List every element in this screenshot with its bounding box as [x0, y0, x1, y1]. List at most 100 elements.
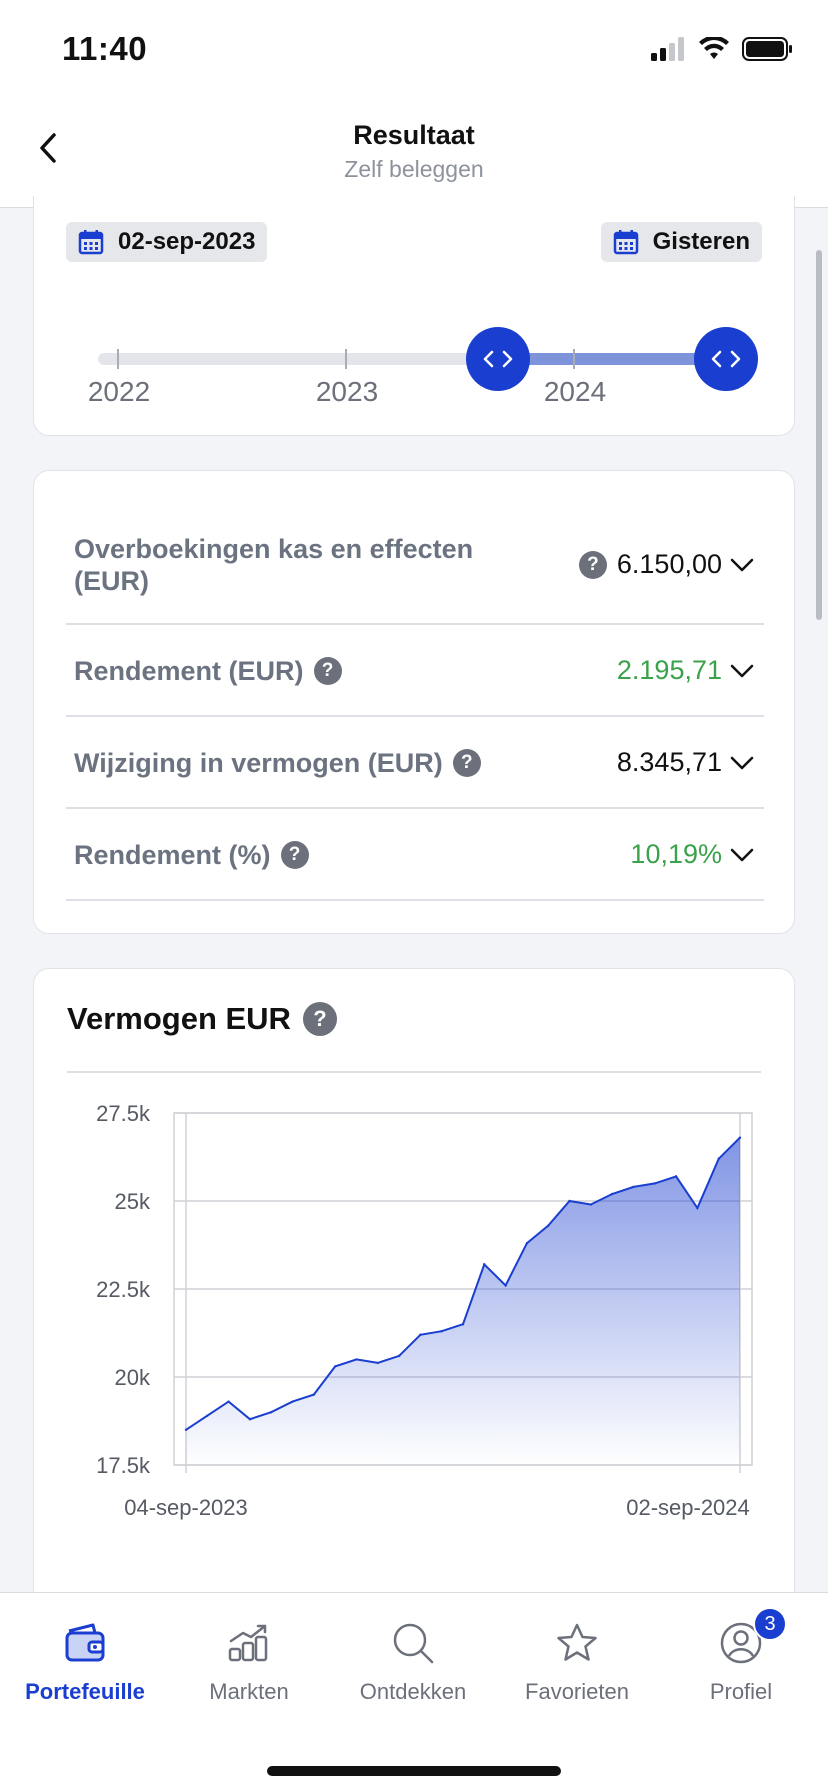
divider	[67, 1071, 761, 1073]
chart-title-text: Vermogen EUR	[67, 1001, 291, 1036]
nav-item-favorieten[interactable]: Favorieten	[497, 1615, 657, 1705]
nav-icon-wrap	[497, 1615, 657, 1671]
year-label: 2024	[543, 376, 607, 407]
calendar-icon	[78, 230, 104, 255]
nav-icon-wrap: 3	[661, 1607, 821, 1671]
slider-tick	[117, 349, 119, 369]
year-label: 2022	[87, 376, 151, 407]
slider-start-handle[interactable]	[466, 327, 530, 391]
wealth-chart[interactable]: 27.5k 25k 22.5k 20k 17.5k 04-sep-2023 02-sep-2…	[34, 1099, 794, 1539]
data-point	[589, 1203, 593, 1206]
stat-value: ? 6.150,00	[578, 549, 722, 580]
x-tick-label: 02-sep-2024	[626, 1495, 750, 1520]
y-tick-label: 27.5k	[96, 1101, 151, 1126]
data-point	[653, 1182, 656, 1185]
chevron-down-icon	[730, 558, 754, 572]
y-tick-label: 20k	[115, 1365, 151, 1390]
data-point	[312, 1393, 316, 1396]
nav-item-profiel[interactable]: 3 Profiel	[661, 1607, 821, 1705]
chart-title: Vermogen EUR ?	[67, 1001, 337, 1037]
data-point	[547, 1224, 550, 1227]
data-point	[738, 1136, 742, 1139]
stat-label: Rendement (EUR) ?	[74, 655, 342, 687]
nav-label: Ontdekken	[359, 1679, 467, 1704]
page-subtitle: Zelf beleggen	[344, 156, 484, 182]
stat-label: Rendement (%) ?	[74, 839, 309, 871]
data-point	[270, 1411, 273, 1414]
scrollbar[interactable]	[816, 250, 822, 620]
code-arrows-icon	[483, 350, 513, 368]
date-range-slider[interactable]	[98, 324, 758, 394]
nav-icon-wrap	[5, 1615, 165, 1671]
help-icon[interactable]: ?	[302, 1002, 337, 1036]
stat-value-text: 6.150,00	[616, 549, 722, 579]
stat-label: Overboekingen kas en effecten (EUR)	[74, 534, 474, 596]
stat-label: Wijziging in vermogen (EUR) ?	[74, 747, 481, 779]
data-point	[227, 1400, 230, 1403]
calendar-icon	[613, 230, 638, 255]
data-point	[355, 1358, 358, 1361]
stat-row-wealth-change[interactable]: Wijziging in vermogen (EUR) ? 8.345,71	[66, 717, 764, 809]
nav-icon-wrap	[169, 1615, 329, 1671]
help-icon[interactable]: ?	[280, 841, 309, 869]
x-tick-label: 04-sep-2023	[124, 1495, 248, 1520]
y-tick-label: 22.5k	[96, 1277, 151, 1302]
home-indicator	[267, 1766, 561, 1776]
series-area	[186, 1137, 740, 1465]
y-tick-label: 17.5k	[96, 1453, 151, 1478]
star-icon	[557, 1623, 597, 1661]
nav-icon-wrap	[333, 1615, 493, 1671]
year-label: 2023	[315, 376, 379, 407]
data-point	[483, 1263, 486, 1266]
data-point	[419, 1333, 422, 1336]
data-point	[696, 1206, 699, 1210]
wallet-icon	[65, 1623, 105, 1662]
data-point	[717, 1157, 720, 1160]
y-tick-label: 25k	[115, 1189, 151, 1214]
chart-bars-icon	[228, 1624, 268, 1662]
stat-row-return-pct[interactable]: Rendement (%) ? 10,19%	[66, 809, 764, 901]
end-date-chip[interactable]: Gisteren	[600, 222, 762, 262]
nav-item-markten[interactable]: Markten	[169, 1615, 329, 1705]
stat-label-text: Rendement (EUR)	[74, 656, 304, 686]
stat-value: 2.195,71	[616, 655, 722, 685]
status-icons	[650, 36, 794, 62]
data-point	[504, 1284, 507, 1287]
data-point	[632, 1185, 635, 1189]
data-point	[674, 1175, 678, 1178]
help-icon[interactable]: ?	[578, 550, 607, 579]
data-point	[397, 1354, 401, 1358]
wifi-icon	[699, 37, 729, 59]
stat-value: 8.345,71	[616, 747, 722, 777]
status-bar: 11:40	[0, 0, 828, 100]
help-icon[interactable]: ?	[452, 749, 481, 777]
data-point	[206, 1414, 209, 1417]
data-point	[568, 1199, 571, 1203]
help-icon[interactable]: ?	[313, 657, 342, 685]
chevron-down-icon	[730, 756, 754, 770]
slider-end-handle[interactable]	[694, 327, 758, 391]
nav-item-ontdekken[interactable]: Ontdekken	[333, 1615, 493, 1705]
chevron-down-icon	[730, 664, 754, 678]
data-point	[461, 1323, 465, 1326]
nav-label: Profiel	[709, 1679, 773, 1704]
stat-label-text: Rendement (%)	[74, 840, 271, 870]
data-point	[440, 1330, 443, 1333]
notification-badge: 3	[753, 1607, 787, 1641]
data-point	[333, 1365, 337, 1368]
page-title: Resultaat	[353, 120, 475, 150]
start-date-chip[interactable]: 02-sep-2023	[66, 222, 268, 262]
stat-row-transfers[interactable]: Overboekingen kas en effecten (EUR) ? 6.…	[66, 511, 764, 625]
battery-icon	[742, 37, 792, 61]
stat-row-return-eur[interactable]: Rendement (EUR) ? 2.195,71	[66, 625, 764, 717]
data-point	[610, 1192, 614, 1196]
nav-label: Markten	[209, 1679, 289, 1704]
search-icon	[393, 1623, 434, 1664]
code-arrows-icon	[711, 350, 741, 368]
nav-label: Portefeuille	[25, 1679, 145, 1704]
stat-value: 10,19%	[630, 839, 722, 869]
bottom-nav: Portefeuille Markten Ontdekken Favoriete…	[0, 1592, 828, 1792]
stat-label-text: Wijziging in vermogen (EUR)	[74, 748, 443, 778]
slider-tick	[573, 349, 575, 369]
nav-item-portefeuille[interactable]: Portefeuille	[5, 1615, 165, 1705]
